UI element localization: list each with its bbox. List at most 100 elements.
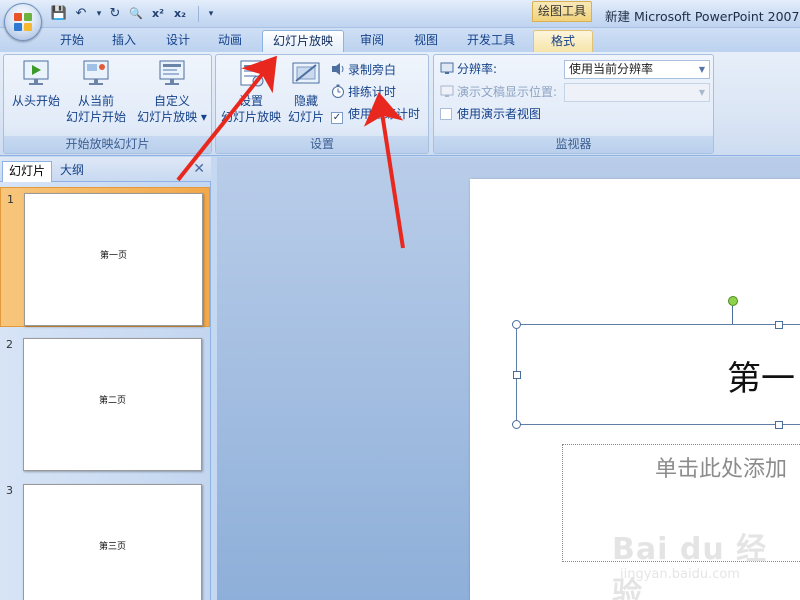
group-start-slide-show: 从头开始 从当前 幻灯片开始 自定义 幻灯片放映 ▾ 开始放映幻灯片 xyxy=(3,54,212,154)
hide-slide-button[interactable]: 隐藏 幻灯片 xyxy=(284,59,328,125)
presenter-view-label: 使用演示者视图 xyxy=(457,107,542,121)
slide-number: 3 xyxy=(6,484,13,497)
slides-pane: 幻灯片 大纲 ✕ 1 第一页 2 第二页 3 第三页 xyxy=(0,157,211,600)
customize-qat-icon[interactable]: ▾ xyxy=(202,5,220,23)
tab-slides[interactable]: 幻灯片 xyxy=(2,161,53,182)
rotation-handle-line xyxy=(732,306,733,325)
record-narration-label: 录制旁白 xyxy=(348,63,397,77)
resize-handle[interactable] xyxy=(775,321,783,329)
show-presentation-on-icon xyxy=(440,84,454,98)
from-current-slide-button[interactable]: 从当前 幻灯片开始 xyxy=(60,59,132,125)
undo-icon[interactable]: ↶ xyxy=(72,5,90,23)
group-monitors: 分辨率: 使用当前分辨率 ▼ 演示文稿显示位置: ▼ 使用演示者视图 监视器 xyxy=(433,54,714,154)
slide-thumbnail-text: 第二页 xyxy=(98,396,126,406)
tab-slide-show[interactable]: 幻灯片放映 xyxy=(262,30,344,52)
tab-review[interactable]: 审阅 xyxy=(352,30,392,52)
slide-thumbnail-2[interactable]: 2 第二页 xyxy=(0,333,210,473)
from-beginning-button[interactable]: 从头开始 xyxy=(8,59,64,109)
slide-thumbnail-text: 第三页 xyxy=(98,542,126,552)
resize-handle[interactable] xyxy=(775,421,783,429)
slide-thumbnail-image: 第一页 xyxy=(24,193,203,326)
baidu-jingyan-watermark: Bai du 经验 jingyan.baidu.com xyxy=(612,512,792,600)
slide-thumbnail-image: 第三页 xyxy=(23,484,202,600)
subscript-icon[interactable]: x₂ xyxy=(171,5,189,23)
slideshow-from-start-icon xyxy=(21,59,51,89)
custom-slideshow-icon xyxy=(157,59,187,89)
rehearse-timings-icon xyxy=(331,84,345,98)
redo-icon[interactable]: ↻ xyxy=(106,5,124,23)
title-bar: 💾 ↶ ▾ ↻ 🔍 x² x₂ ▾ 绘图工具 新建 Microsoft Powe… xyxy=(0,0,800,41)
resolution-value: 使用当前分辨率 xyxy=(569,62,654,76)
close-icon[interactable]: ✕ xyxy=(193,161,205,177)
slide-number: 1 xyxy=(7,193,14,206)
title-placeholder[interactable]: 第一 xyxy=(512,320,800,429)
hide-label-line1: 隐藏 xyxy=(293,94,318,108)
slide-number: 2 xyxy=(6,338,13,351)
window-title: 新建 Microsoft PowerPoint 2007 演 xyxy=(605,9,800,24)
tab-outline[interactable]: 大纲 xyxy=(54,161,90,182)
tab-developer[interactable]: 开发工具 xyxy=(458,30,524,52)
resolution-label: 分辨率: xyxy=(457,62,498,76)
slide-title-text[interactable]: 第一 xyxy=(727,351,795,400)
resize-handle[interactable] xyxy=(512,420,521,429)
record-narration-button[interactable]: 录制旁白 xyxy=(331,61,396,79)
use-timings-label: 使用排练计时 xyxy=(348,107,421,121)
setup-slideshow-icon xyxy=(236,59,266,89)
record-narration-icon xyxy=(331,62,345,76)
setup-label-line2: 幻灯片放映 xyxy=(220,110,281,124)
show-on-label-row: 演示文稿显示位置: xyxy=(440,83,557,101)
tab-home[interactable]: 开始 xyxy=(52,30,92,52)
chevron-down-icon: ▼ xyxy=(698,65,706,74)
slide-thumbnail-text: 第一页 xyxy=(99,251,127,261)
slide-thumbnail-3[interactable]: 3 第三页 xyxy=(0,479,210,600)
show-on-label: 演示文稿显示位置: xyxy=(457,85,558,99)
slideshow-from-current-icon xyxy=(81,59,111,89)
rotation-handle[interactable] xyxy=(728,296,738,306)
superscript-icon[interactable]: x² xyxy=(149,5,167,23)
group-setup: 设置 幻灯片放映 隐藏 幻灯片 录制旁白 排练计时 ✓ 使用排练计时 设置 xyxy=(215,54,429,154)
qat-separator xyxy=(198,6,199,22)
hide-label-line2: 幻灯片 xyxy=(287,110,324,124)
set-up-slide-show-button[interactable]: 设置 幻灯片放映 xyxy=(218,59,284,125)
watermark-url: jingyan.baidu.com xyxy=(620,567,740,582)
show-on-dropdown[interactable]: ▼ xyxy=(564,83,710,102)
slide-thumbnail-image: 第二页 xyxy=(23,338,202,471)
office-button[interactable] xyxy=(4,3,42,41)
use-rehearsed-timings-checkbox[interactable]: ✓ 使用排练计时 xyxy=(331,105,421,124)
watermark-logo: Bai du 经验 xyxy=(612,532,768,600)
tab-animations[interactable]: 动画 xyxy=(210,30,250,52)
resolution-dropdown[interactable]: 使用当前分辨率 ▼ xyxy=(564,60,710,79)
use-timings-check-icon: ✓ xyxy=(331,112,343,124)
pane-tabs: 幻灯片 大纲 ✕ xyxy=(0,157,211,182)
from-current-label-line1: 从当前 xyxy=(77,94,114,108)
rehearse-timings-label: 排练计时 xyxy=(348,85,397,99)
save-icon[interactable]: 💾 xyxy=(50,5,68,23)
from-beginning-label: 从头开始 xyxy=(11,94,60,108)
resolution-icon xyxy=(440,61,454,75)
print-preview-icon[interactable]: 🔍 xyxy=(127,5,145,23)
office-logo-icon xyxy=(14,13,33,32)
resize-handle[interactable] xyxy=(513,371,521,379)
group-label-monitors: 监视器 xyxy=(434,136,713,153)
resize-handle[interactable] xyxy=(512,320,521,329)
slide-thumbnail-1[interactable]: 1 第一页 xyxy=(0,187,210,327)
group-label-setup: 设置 xyxy=(216,136,428,153)
custom-label-line2: 幻灯片放映 ▾ xyxy=(137,110,207,124)
chevron-down-icon: ▼ xyxy=(698,88,706,97)
ribbon-tab-bar: 开始 插入 设计 动画 幻灯片放映 审阅 视图 开发工具 格式 xyxy=(0,28,800,52)
custom-slide-show-button[interactable]: 自定义 幻灯片放映 ▾ xyxy=(134,59,210,125)
custom-label-line1: 自定义 xyxy=(153,94,190,108)
presenter-view-checkbox[interactable]: 使用演示者视图 xyxy=(440,105,541,123)
presenter-view-check-icon xyxy=(440,108,452,120)
resolution-label-row: 分辨率: xyxy=(440,60,497,78)
rehearse-timings-button[interactable]: 排练计时 xyxy=(331,83,396,101)
subtitle-placeholder-text[interactable]: 单击此处添加 xyxy=(655,451,787,483)
hide-slide-icon xyxy=(291,59,321,89)
tab-insert[interactable]: 插入 xyxy=(104,30,144,52)
ribbon: 从头开始 从当前 幻灯片开始 自定义 幻灯片放映 ▾ 开始放映幻灯片 设置 幻灯… xyxy=(0,52,800,156)
tab-format[interactable]: 格式 xyxy=(533,30,593,52)
setup-label-line1: 设置 xyxy=(238,94,263,108)
group-label-start-slide-show: 开始放映幻灯片 xyxy=(4,136,211,153)
tab-view[interactable]: 视图 xyxy=(406,30,446,52)
tab-design[interactable]: 设计 xyxy=(158,30,198,52)
